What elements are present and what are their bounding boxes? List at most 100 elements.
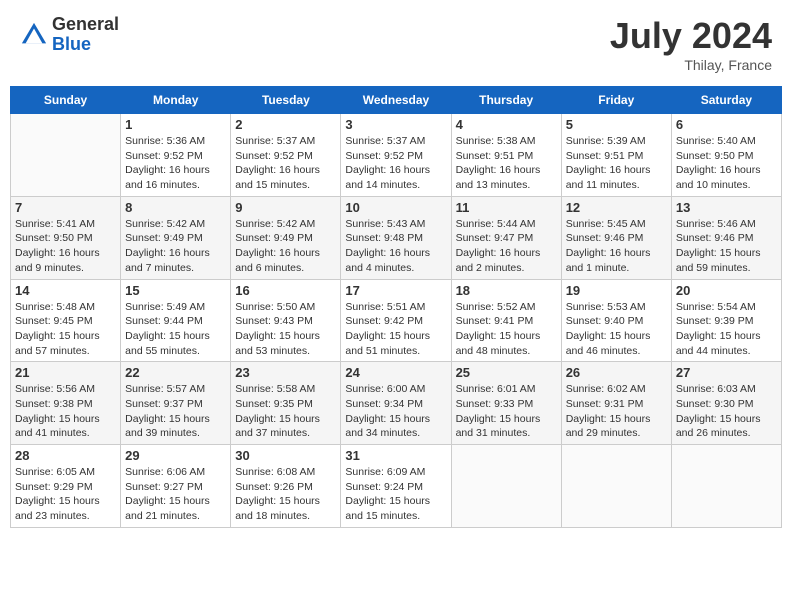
calendar-cell: 15 Sunrise: 5:49 AM Sunset: 9:44 PM Dayli… — [121, 279, 231, 362]
calendar-cell — [451, 445, 561, 528]
day-number: 21 — [15, 365, 116, 380]
calendar-cell: 28 Sunrise: 6:05 AM Sunset: 9:29 PM Dayli… — [11, 445, 121, 528]
day-number: 11 — [456, 200, 557, 215]
day-number: 25 — [456, 365, 557, 380]
day-info: Sunrise: 6:05 AM Sunset: 9:29 PM Dayligh… — [15, 465, 116, 524]
day-number: 17 — [345, 283, 446, 298]
calendar-cell — [561, 445, 671, 528]
day-number: 12 — [566, 200, 667, 215]
calendar-cell — [11, 114, 121, 197]
day-info: Sunrise: 6:01 AM Sunset: 9:33 PM Dayligh… — [456, 382, 557, 441]
day-number: 10 — [345, 200, 446, 215]
logo-text: General Blue — [52, 15, 119, 55]
day-info: Sunrise: 5:53 AM Sunset: 9:40 PM Dayligh… — [566, 300, 667, 359]
day-number: 7 — [15, 200, 116, 215]
calendar-table: SundayMondayTuesdayWednesdayThursdayFrid… — [10, 86, 782, 528]
day-info: Sunrise: 5:39 AM Sunset: 9:51 PM Dayligh… — [566, 134, 667, 193]
day-info: Sunrise: 5:40 AM Sunset: 9:50 PM Dayligh… — [676, 134, 777, 193]
calendar-body: 1Sunrise: 5:36 AM Sunset: 9:52 PM Daylig… — [11, 114, 782, 528]
calendar-cell: 5Sunrise: 5:39 AM Sunset: 9:51 PM Daylig… — [561, 114, 671, 197]
calendar-cell: 20 Sunrise: 5:54 AM Sunset: 9:39 PM Dayli… — [671, 279, 781, 362]
location: Thilay, France — [610, 57, 772, 73]
calendar-cell: 7 Sunrise: 5:41 AM Sunset: 9:50 PM Daylig… — [11, 196, 121, 279]
header-row: SundayMondayTuesdayWednesdayThursdayFrid… — [11, 87, 782, 114]
calendar-header: SundayMondayTuesdayWednesdayThursdayFrid… — [11, 87, 782, 114]
day-info: Sunrise: 5:51 AM Sunset: 9:42 PM Dayligh… — [345, 300, 446, 359]
day-number: 24 — [345, 365, 446, 380]
calendar-cell: 1Sunrise: 5:36 AM Sunset: 9:52 PM Daylig… — [121, 114, 231, 197]
week-row-5: 28 Sunrise: 6:05 AM Sunset: 9:29 PM Dayli… — [11, 445, 782, 528]
day-info: Sunrise: 5:42 AM Sunset: 9:49 PM Dayligh… — [125, 217, 226, 276]
day-info: Sunrise: 5:52 AM Sunset: 9:41 PM Dayligh… — [456, 300, 557, 359]
calendar-cell: 10 Sunrise: 5:43 AM Sunset: 9:48 PM Dayli… — [341, 196, 451, 279]
logo: General Blue — [20, 15, 119, 55]
calendar-cell: 21 Sunrise: 5:56 AM Sunset: 9:38 PM Dayli… — [11, 362, 121, 445]
day-info: Sunrise: 5:56 AM Sunset: 9:38 PM Dayligh… — [15, 382, 116, 441]
day-number: 26 — [566, 365, 667, 380]
day-info: Sunrise: 6:06 AM Sunset: 9:27 PM Dayligh… — [125, 465, 226, 524]
day-info: Sunrise: 6:09 AM Sunset: 9:24 PM Dayligh… — [345, 465, 446, 524]
day-header-wednesday: Wednesday — [341, 87, 451, 114]
day-header-thursday: Thursday — [451, 87, 561, 114]
calendar-cell: 18 Sunrise: 5:52 AM Sunset: 9:41 PM Dayli… — [451, 279, 561, 362]
day-number: 19 — [566, 283, 667, 298]
day-info: Sunrise: 5:50 AM Sunset: 9:43 PM Dayligh… — [235, 300, 336, 359]
day-info: Sunrise: 5:49 AM Sunset: 9:44 PM Dayligh… — [125, 300, 226, 359]
day-info: Sunrise: 5:54 AM Sunset: 9:39 PM Dayligh… — [676, 300, 777, 359]
calendar-cell: 25 Sunrise: 6:01 AM Sunset: 9:33 PM Dayli… — [451, 362, 561, 445]
day-info: Sunrise: 6:08 AM Sunset: 9:26 PM Dayligh… — [235, 465, 336, 524]
title-block: July 2024 Thilay, France — [610, 15, 772, 73]
day-number: 8 — [125, 200, 226, 215]
day-number: 13 — [676, 200, 777, 215]
calendar-cell: 23Sunrise: 5:58 AM Sunset: 9:35 PM Dayli… — [231, 362, 341, 445]
day-header-saturday: Saturday — [671, 87, 781, 114]
week-row-2: 7 Sunrise: 5:41 AM Sunset: 9:50 PM Daylig… — [11, 196, 782, 279]
logo-icon — [20, 21, 48, 49]
calendar-cell: 12 Sunrise: 5:45 AM Sunset: 9:46 PM Dayli… — [561, 196, 671, 279]
day-info: Sunrise: 5:46 AM Sunset: 9:46 PM Dayligh… — [676, 217, 777, 276]
calendar-cell: 24 Sunrise: 6:00 AM Sunset: 9:34 PM Dayli… — [341, 362, 451, 445]
calendar-cell: 9Sunrise: 5:42 AM Sunset: 9:49 PM Daylig… — [231, 196, 341, 279]
calendar-cell: 26 Sunrise: 6:02 AM Sunset: 9:31 PM Dayli… — [561, 362, 671, 445]
day-number: 15 — [125, 283, 226, 298]
calendar-cell: 3 Sunrise: 5:37 AM Sunset: 9:52 PM Daylig… — [341, 114, 451, 197]
day-info: Sunrise: 5:45 AM Sunset: 9:46 PM Dayligh… — [566, 217, 667, 276]
week-row-4: 21 Sunrise: 5:56 AM Sunset: 9:38 PM Dayli… — [11, 362, 782, 445]
calendar-cell: 19 Sunrise: 5:53 AM Sunset: 9:40 PM Dayli… — [561, 279, 671, 362]
day-info: Sunrise: 5:41 AM Sunset: 9:50 PM Dayligh… — [15, 217, 116, 276]
day-info: Sunrise: 5:43 AM Sunset: 9:48 PM Dayligh… — [345, 217, 446, 276]
day-number: 31 — [345, 448, 446, 463]
day-number: 20 — [676, 283, 777, 298]
day-number: 18 — [456, 283, 557, 298]
day-info: Sunrise: 5:44 AM Sunset: 9:47 PM Dayligh… — [456, 217, 557, 276]
page-header: General Blue July 2024 Thilay, France — [10, 10, 782, 78]
day-header-friday: Friday — [561, 87, 671, 114]
day-number: 28 — [15, 448, 116, 463]
calendar-cell: 4Sunrise: 5:38 AM Sunset: 9:51 PM Daylig… — [451, 114, 561, 197]
calendar-cell: 6 Sunrise: 5:40 AM Sunset: 9:50 PM Daylig… — [671, 114, 781, 197]
day-info: Sunrise: 5:37 AM Sunset: 9:52 PM Dayligh… — [345, 134, 446, 193]
day-number: 30 — [235, 448, 336, 463]
calendar-cell: 13 Sunrise: 5:46 AM Sunset: 9:46 PM Dayli… — [671, 196, 781, 279]
day-number: 29 — [125, 448, 226, 463]
calendar-cell: 22Sunrise: 5:57 AM Sunset: 9:37 PM Dayli… — [121, 362, 231, 445]
calendar-cell: 11 Sunrise: 5:44 AM Sunset: 9:47 PM Dayli… — [451, 196, 561, 279]
day-number: 16 — [235, 283, 336, 298]
calendar-cell: 17 Sunrise: 5:51 AM Sunset: 9:42 PM Dayli… — [341, 279, 451, 362]
month-title: July 2024 — [610, 15, 772, 57]
day-number: 6 — [676, 117, 777, 132]
day-number: 27 — [676, 365, 777, 380]
day-number: 2 — [235, 117, 336, 132]
day-info: Sunrise: 6:02 AM Sunset: 9:31 PM Dayligh… — [566, 382, 667, 441]
day-header-monday: Monday — [121, 87, 231, 114]
day-number: 3 — [345, 117, 446, 132]
day-info: Sunrise: 5:37 AM Sunset: 9:52 PM Dayligh… — [235, 134, 336, 193]
calendar-cell: 8 Sunrise: 5:42 AM Sunset: 9:49 PM Daylig… — [121, 196, 231, 279]
calendar-cell: 2 Sunrise: 5:37 AM Sunset: 9:52 PM Daylig… — [231, 114, 341, 197]
day-info: Sunrise: 6:00 AM Sunset: 9:34 PM Dayligh… — [345, 382, 446, 441]
calendar-cell: 29 Sunrise: 6:06 AM Sunset: 9:27 PM Dayli… — [121, 445, 231, 528]
day-info: Sunrise: 5:57 AM Sunset: 9:37 PM Dayligh… — [125, 382, 226, 441]
calendar-cell: 31 Sunrise: 6:09 AM Sunset: 9:24 PM Dayli… — [341, 445, 451, 528]
day-info: Sunrise: 5:38 AM Sunset: 9:51 PM Dayligh… — [456, 134, 557, 193]
calendar-cell: 30 Sunrise: 6:08 AM Sunset: 9:26 PM Dayli… — [231, 445, 341, 528]
